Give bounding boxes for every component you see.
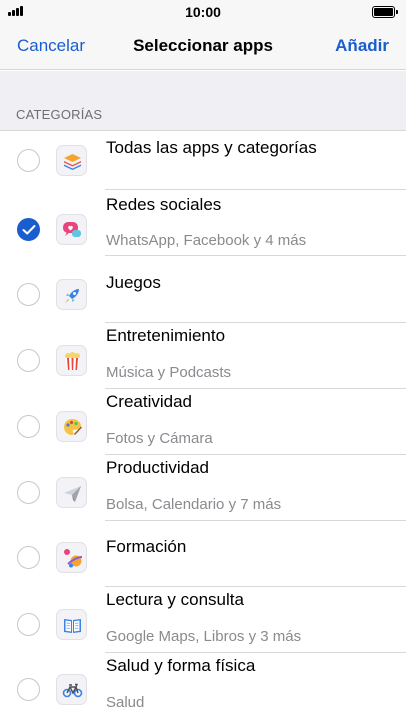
category-subtitle: Música y Podcasts: [106, 364, 232, 381]
selection-circle[interactable]: [17, 546, 40, 569]
category-title: Todas las apps y categorías: [106, 138, 317, 157]
category-subtitle: Bolsa, Calendario y 7 más: [106, 496, 282, 513]
battery-icon: [372, 6, 398, 18]
category-title: Juegos: [106, 273, 161, 292]
planet-icon: [56, 542, 87, 573]
category-row[interactable]: Creatividad Fotos y Cámara: [0, 389, 406, 455]
category-row[interactable]: Lectura y consulta Google Maps, Libros y …: [0, 587, 406, 653]
popcorn-icon: [56, 345, 87, 376]
status-bar: 10:00: [0, 0, 406, 24]
selection-circle[interactable]: [17, 678, 40, 701]
selection-circle[interactable]: [17, 481, 40, 504]
section-header-area: CATEGORÍAS: [0, 71, 406, 131]
selection-circle[interactable]: [17, 349, 40, 372]
category-title: Creatividad: [106, 392, 192, 411]
category-row[interactable]: Redes sociales WhatsApp, Facebook y 4 más: [0, 190, 406, 256]
category-row[interactable]: Productividad Bolsa, Calendario y 7 más: [0, 455, 406, 521]
add-button[interactable]: Añadir: [335, 36, 389, 56]
category-title: Lectura y consulta: [106, 590, 244, 609]
selection-circle[interactable]: [17, 613, 40, 636]
chat-heart-icon: [56, 214, 87, 245]
stack-icon: [56, 145, 87, 176]
category-row[interactable]: Formación: [0, 521, 406, 587]
palette-icon: [56, 411, 87, 442]
checkmark-selected-icon[interactable]: [17, 218, 40, 241]
navigation-bar: Cancelar Seleccionar apps Añadir: [0, 24, 406, 70]
status-time: 10:00: [185, 4, 221, 20]
category-title: Entretenimiento: [106, 326, 226, 345]
category-row[interactable]: Todas las apps y categorías: [0, 131, 406, 190]
bicycle-icon: [56, 674, 87, 705]
book-icon: [56, 609, 87, 640]
rocket-icon: [56, 279, 87, 310]
section-header: CATEGORÍAS: [16, 107, 103, 122]
category-subtitle: Google Maps, Libros y 3 más: [106, 628, 302, 645]
category-title: Salud y forma física: [106, 656, 256, 675]
selection-circle[interactable]: [17, 283, 40, 306]
category-subtitle: WhatsApp, Facebook y 4 más: [106, 232, 307, 249]
category-subtitle: Fotos y Cámara: [106, 430, 213, 447]
category-title: Redes sociales: [106, 195, 222, 214]
paper-plane-icon: [56, 477, 87, 508]
category-title: Productividad: [106, 458, 210, 477]
category-row[interactable]: Entretenimiento Música y Podcasts: [0, 323, 406, 389]
category-title: Formación: [106, 537, 187, 556]
category-row[interactable]: Salud y forma física Salud: [0, 653, 406, 722]
selection-circle[interactable]: [17, 415, 40, 438]
selection-circle[interactable]: [17, 149, 40, 172]
category-row[interactable]: Juegos: [0, 256, 406, 323]
category-subtitle: Salud: [106, 694, 145, 711]
